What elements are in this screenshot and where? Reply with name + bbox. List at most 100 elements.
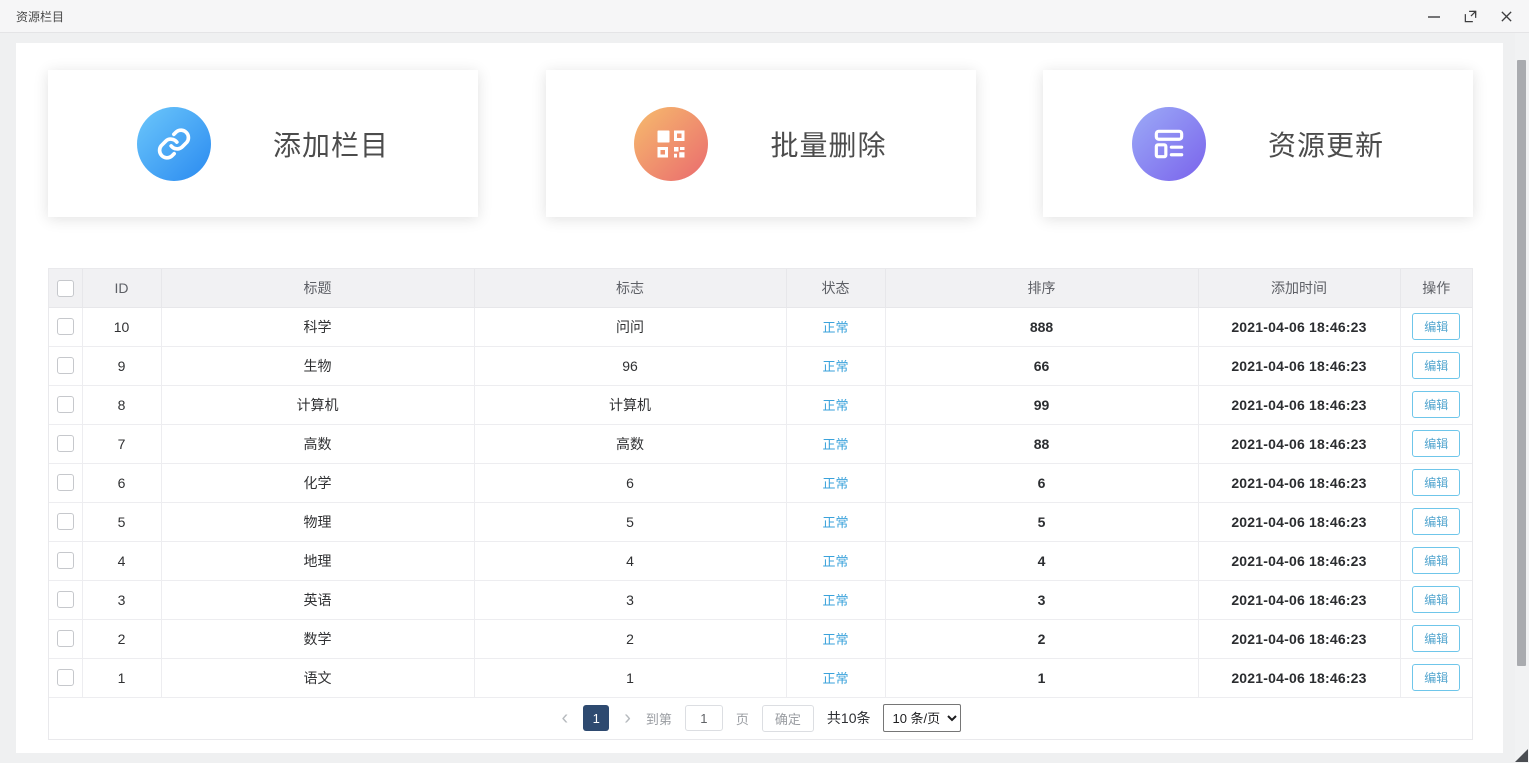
cell-mark: 3 bbox=[474, 580, 786, 619]
cell-time: 2021-04-06 18:46:23 bbox=[1198, 580, 1400, 619]
row-checkbox[interactable] bbox=[57, 435, 74, 452]
content-panel: 添加栏目 批量删除 bbox=[16, 43, 1503, 753]
select-all-checkbox[interactable] bbox=[57, 280, 74, 297]
status-link[interactable]: 正常 bbox=[822, 476, 848, 491]
cell-title: 英语 bbox=[161, 580, 474, 619]
action-cards-row: 添加栏目 批量删除 bbox=[16, 43, 1503, 217]
row-checkbox[interactable] bbox=[57, 396, 74, 413]
header-mark: 标志 bbox=[474, 269, 786, 307]
cell-time: 2021-04-06 18:46:23 bbox=[1198, 619, 1400, 658]
table-row: 5 物理 5 正常 5 2021-04-06 18:46:23 编辑 bbox=[49, 502, 1472, 541]
table-row: 10 科学 问问 正常 888 2021-04-06 18:46:23 编辑 bbox=[49, 307, 1472, 346]
add-column-card[interactable]: 添加栏目 bbox=[48, 70, 478, 217]
cell-title: 数学 bbox=[161, 619, 474, 658]
table-row: 8 计算机 计算机 正常 99 2021-04-06 18:46:23 编辑 bbox=[49, 385, 1472, 424]
cell-sort: 99 bbox=[885, 385, 1198, 424]
close-icon[interactable] bbox=[1495, 5, 1517, 27]
current-page-button[interactable]: 1 bbox=[583, 705, 609, 731]
row-checkbox[interactable] bbox=[57, 513, 74, 530]
edit-button[interactable]: 编辑 bbox=[1412, 430, 1460, 457]
cell-sort: 2 bbox=[885, 619, 1198, 658]
status-link[interactable]: 正常 bbox=[822, 515, 848, 530]
page-size-select[interactable]: 10 条/页 bbox=[883, 704, 961, 732]
article-icon bbox=[1132, 107, 1206, 181]
edit-button[interactable]: 编辑 bbox=[1412, 547, 1460, 574]
row-checkbox[interactable] bbox=[57, 357, 74, 374]
edit-button[interactable]: 编辑 bbox=[1412, 664, 1460, 691]
edit-button[interactable]: 编辑 bbox=[1412, 469, 1460, 496]
cell-title: 计算机 bbox=[161, 385, 474, 424]
maximize-icon[interactable] bbox=[1459, 5, 1481, 27]
cell-id: 3 bbox=[82, 580, 161, 619]
edit-button[interactable]: 编辑 bbox=[1412, 508, 1460, 535]
header-id: ID bbox=[82, 269, 161, 307]
edit-button[interactable]: 编辑 bbox=[1412, 313, 1460, 340]
minimize-icon[interactable] bbox=[1423, 5, 1445, 27]
cell-time: 2021-04-06 18:46:23 bbox=[1198, 385, 1400, 424]
batch-delete-card[interactable]: 批量删除 bbox=[546, 70, 976, 217]
cell-mark: 6 bbox=[474, 463, 786, 502]
table-row: 2 数学 2 正常 2 2021-04-06 18:46:23 编辑 bbox=[49, 619, 1472, 658]
edit-button[interactable]: 编辑 bbox=[1412, 391, 1460, 418]
cell-id: 6 bbox=[82, 463, 161, 502]
cell-mark: 问问 bbox=[474, 307, 786, 346]
link-icon bbox=[137, 107, 211, 181]
table-body: 10 科学 问问 正常 888 2021-04-06 18:46:23 编辑 9… bbox=[49, 307, 1472, 697]
cell-mark: 2 bbox=[474, 619, 786, 658]
goto-page-input[interactable] bbox=[685, 705, 723, 731]
next-page-icon[interactable]: › bbox=[622, 708, 633, 728]
cell-mark: 1 bbox=[474, 658, 786, 697]
cell-mark: 计算机 bbox=[474, 385, 786, 424]
cell-mark: 4 bbox=[474, 541, 786, 580]
status-link[interactable]: 正常 bbox=[822, 632, 848, 647]
cell-mark: 高数 bbox=[474, 424, 786, 463]
cell-title: 地理 bbox=[161, 541, 474, 580]
cell-time: 2021-04-06 18:46:23 bbox=[1198, 658, 1400, 697]
cell-id: 7 bbox=[82, 424, 161, 463]
row-checkbox[interactable] bbox=[57, 669, 74, 686]
status-link[interactable]: 正常 bbox=[822, 593, 848, 608]
add-column-label: 添加栏目 bbox=[273, 124, 389, 164]
row-checkbox[interactable] bbox=[57, 630, 74, 647]
row-checkbox[interactable] bbox=[57, 552, 74, 569]
goto-label: 到第 bbox=[646, 709, 672, 728]
cell-time: 2021-04-06 18:46:23 bbox=[1198, 541, 1400, 580]
status-link[interactable]: 正常 bbox=[822, 398, 848, 413]
cell-title: 物理 bbox=[161, 502, 474, 541]
header-sort: 排序 bbox=[885, 269, 1198, 307]
vertical-scrollbar[interactable] bbox=[1515, 33, 1529, 763]
header-op: 操作 bbox=[1400, 269, 1472, 307]
cell-title: 生物 bbox=[161, 346, 474, 385]
cell-sort: 1 bbox=[885, 658, 1198, 697]
row-checkbox[interactable] bbox=[57, 318, 74, 335]
resource-update-card[interactable]: 资源更新 bbox=[1043, 70, 1473, 217]
status-link[interactable]: 正常 bbox=[822, 320, 848, 335]
status-link[interactable]: 正常 bbox=[822, 671, 848, 686]
resource-table: ID 标题 标志 状态 排序 添加时间 操作 10 科学 问问 正常 888 2… bbox=[48, 268, 1473, 740]
confirm-page-button[interactable]: 确定 bbox=[762, 705, 814, 732]
cell-title: 语文 bbox=[161, 658, 474, 697]
edit-button[interactable]: 编辑 bbox=[1412, 352, 1460, 379]
status-link[interactable]: 正常 bbox=[822, 359, 848, 374]
table-row: 1 语文 1 正常 1 2021-04-06 18:46:23 编辑 bbox=[49, 658, 1472, 697]
header-title: 标题 bbox=[161, 269, 474, 307]
table-row: 7 高数 高数 正常 88 2021-04-06 18:46:23 编辑 bbox=[49, 424, 1472, 463]
status-link[interactable]: 正常 bbox=[822, 437, 848, 452]
cell-id: 2 bbox=[82, 619, 161, 658]
select-all-cell bbox=[49, 269, 82, 307]
cell-title: 化学 bbox=[161, 463, 474, 502]
table-row: 3 英语 3 正常 3 2021-04-06 18:46:23 编辑 bbox=[49, 580, 1472, 619]
edit-button[interactable]: 编辑 bbox=[1412, 586, 1460, 613]
status-link[interactable]: 正常 bbox=[822, 554, 848, 569]
cell-time: 2021-04-06 18:46:23 bbox=[1198, 346, 1400, 385]
cell-sort: 3 bbox=[885, 580, 1198, 619]
cell-id: 5 bbox=[82, 502, 161, 541]
edit-button[interactable]: 编辑 bbox=[1412, 625, 1460, 652]
row-checkbox[interactable] bbox=[57, 474, 74, 491]
titlebar: 资源栏目 bbox=[0, 0, 1529, 33]
row-checkbox[interactable] bbox=[57, 591, 74, 608]
prev-page-icon[interactable]: ‹ bbox=[560, 708, 571, 728]
page-unit-label: 页 bbox=[736, 709, 749, 728]
resize-grip-icon[interactable] bbox=[1515, 749, 1528, 762]
scrollbar-thumb[interactable] bbox=[1517, 60, 1526, 666]
